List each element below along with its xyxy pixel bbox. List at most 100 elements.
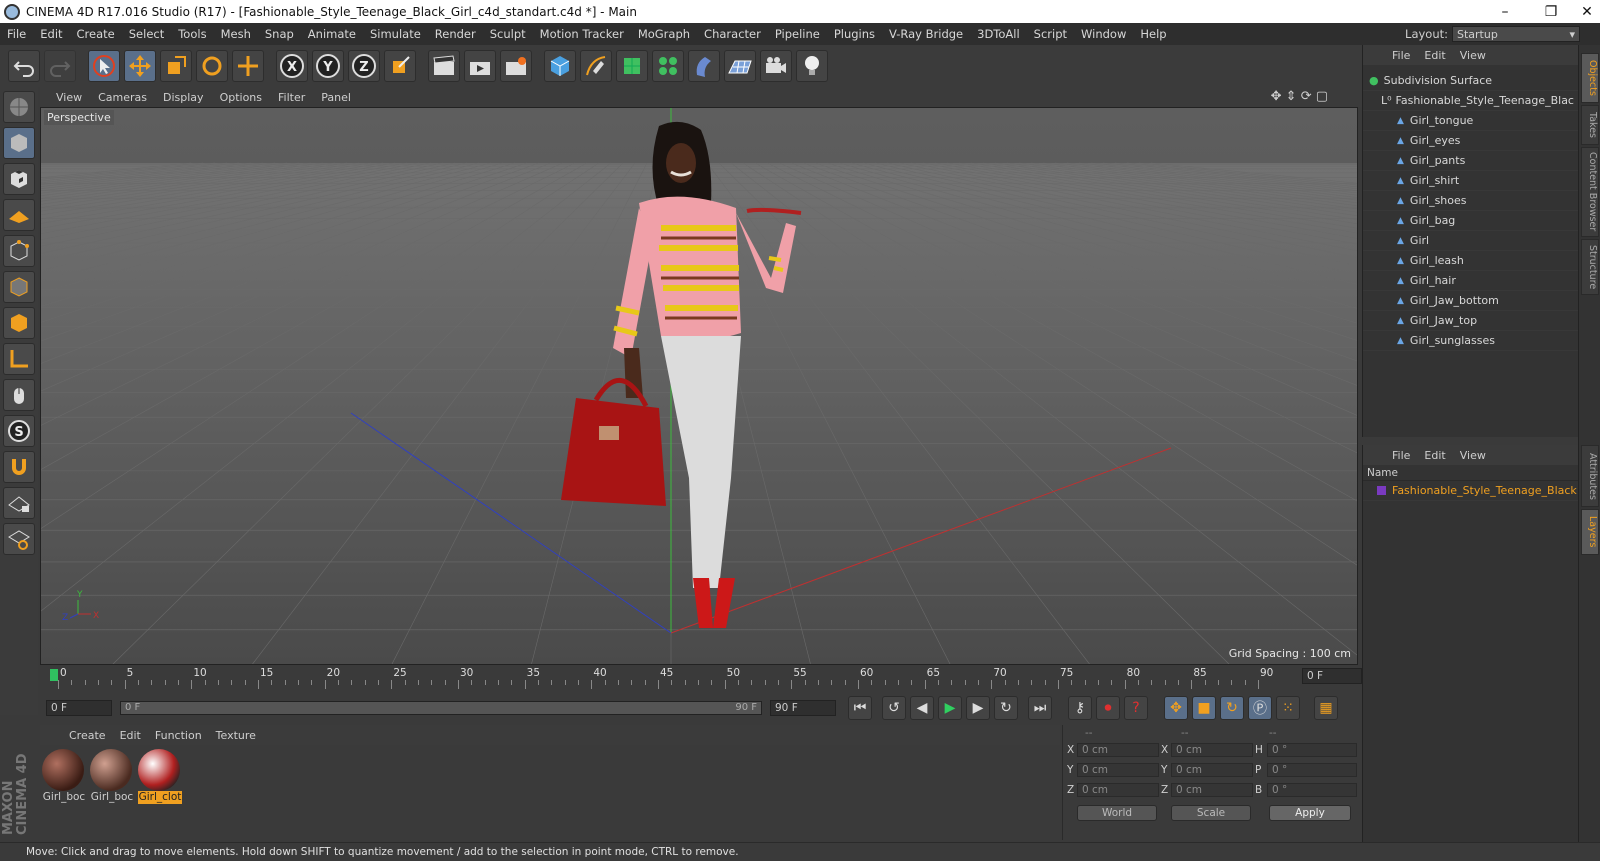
tweak-mode-button[interactable]: [3, 379, 35, 411]
prev-key-button[interactable]: ↺: [882, 696, 906, 720]
scale-tool-button[interactable]: [160, 50, 192, 82]
position-y-field[interactable]: 0 cm: [1077, 763, 1159, 777]
tab-objects[interactable]: Objects: [1581, 53, 1599, 103]
object-row[interactable]: ▲ Girl_pants: [1363, 151, 1578, 171]
menu-create[interactable]: Create: [70, 27, 122, 41]
end-frame-field[interactable]: 90 F: [770, 700, 836, 716]
rotation-p-field[interactable]: 0 °: [1267, 763, 1357, 777]
size-x-field[interactable]: 0 cm: [1171, 743, 1253, 757]
menu-pipeline[interactable]: Pipeline: [768, 27, 827, 41]
prev-frame-button[interactable]: ◀: [910, 696, 934, 720]
add-cube-button[interactable]: [544, 50, 576, 82]
grid-snap-button[interactable]: [3, 523, 35, 555]
size-mode-dropdown[interactable]: Scale: [1171, 805, 1251, 821]
menu-sculpt[interactable]: Sculpt: [483, 27, 533, 41]
object-row[interactable]: ▲ Girl_shirt: [1363, 171, 1578, 191]
object-row[interactable]: ▲ Girl_eyes: [1363, 131, 1578, 151]
key-parameter-button[interactable]: Ⓟ: [1248, 696, 1272, 720]
tab-attributes[interactable]: Attributes: [1581, 445, 1599, 507]
object-row[interactable]: ▲ Girl_leash: [1363, 251, 1578, 271]
current-frame-field[interactable]: 0 F: [46, 700, 112, 716]
menu-snap[interactable]: Snap: [258, 27, 301, 41]
add-light-button[interactable]: [796, 50, 828, 82]
menu-tools[interactable]: Tools: [171, 27, 213, 41]
add-nurbs-button[interactable]: [616, 50, 648, 82]
model-mode-button[interactable]: [3, 127, 35, 159]
coordinate-space-dropdown[interactable]: World: [1077, 805, 1157, 821]
objects-menu-file[interactable]: File: [1385, 49, 1417, 62]
key-scale-button[interactable]: ■: [1192, 696, 1216, 720]
rotation-h-field[interactable]: 0 °: [1267, 743, 1357, 757]
layout-dropdown[interactable]: Startup ▾: [1452, 26, 1580, 42]
autokey-button[interactable]: ?: [1124, 696, 1148, 720]
points-mode-button[interactable]: [3, 235, 35, 267]
edges-mode-button[interactable]: [3, 271, 35, 303]
menu-file[interactable]: File: [0, 27, 33, 41]
minimize-button[interactable]: –: [1482, 0, 1528, 23]
viewport-menu-panel[interactable]: Panel: [313, 91, 359, 104]
menu-motion-tracker[interactable]: Motion Tracker: [533, 27, 631, 41]
object-row[interactable]: ▲ Girl_shoes: [1363, 191, 1578, 211]
undo-button[interactable]: [8, 50, 40, 82]
timeline-ruler[interactable]: 0 5 10 15 20 25 30 35 40 45 50 55 60 65 70 75 80 85 90 0 F: [40, 667, 1362, 691]
solo-button[interactable]: S: [3, 415, 35, 447]
object-row-group[interactable]: L⁰ Fashionable_Style_Teenage_Blac: [1363, 91, 1578, 111]
tab-content-browser[interactable]: Content Browser: [1581, 147, 1599, 237]
menu-select[interactable]: Select: [122, 27, 171, 41]
add-deformer-button[interactable]: [688, 50, 720, 82]
viewport-menu-filter[interactable]: Filter: [270, 91, 313, 104]
add-floor-button[interactable]: [724, 50, 756, 82]
object-row[interactable]: ▲ Girl_bag: [1363, 211, 1578, 231]
menu-render[interactable]: Render: [428, 27, 483, 41]
live-selection-button[interactable]: [88, 50, 120, 82]
play-button[interactable]: ▶: [938, 696, 962, 720]
material-swatch[interactable]: Girl_boc: [90, 749, 134, 804]
go-to-end-button[interactable]: ⏭: [1028, 696, 1052, 720]
tab-structure[interactable]: Structure: [1581, 239, 1599, 295]
render-picture-viewer-button[interactable]: [464, 50, 496, 82]
rotation-b-field[interactable]: 0 °: [1267, 783, 1357, 797]
material-menu-edit[interactable]: Edit: [113, 729, 148, 742]
tab-takes[interactable]: Takes: [1581, 105, 1599, 145]
position-x-field[interactable]: 0 cm: [1077, 743, 1159, 757]
objects-menu-edit[interactable]: Edit: [1417, 49, 1452, 62]
coordinate-system-button[interactable]: [384, 50, 416, 82]
object-row[interactable]: ▲ Girl: [1363, 231, 1578, 251]
menu-character[interactable]: Character: [697, 27, 768, 41]
motion-path-button[interactable]: ⚷: [1068, 696, 1092, 720]
menu-window[interactable]: Window: [1074, 27, 1133, 41]
menu-vray-bridge[interactable]: V-Ray Bridge: [882, 27, 970, 41]
menu-plugins[interactable]: Plugins: [827, 27, 882, 41]
material-swatch[interactable]: Girl_boc: [42, 749, 86, 804]
transform-tool-button[interactable]: [232, 50, 264, 82]
menu-mesh[interactable]: Mesh: [214, 27, 258, 41]
size-z-field[interactable]: 0 cm: [1171, 783, 1253, 797]
size-y-field[interactable]: 0 cm: [1171, 763, 1253, 777]
object-row-subdivision[interactable]: ● Subdivision Surface: [1363, 71, 1578, 91]
preview-range-slider[interactable]: 0 F 90 F: [120, 701, 762, 715]
grid-lock-button[interactable]: [3, 487, 35, 519]
move-tool-button[interactable]: [124, 50, 156, 82]
y-axis-lock-button[interactable]: Y: [312, 50, 344, 82]
object-row[interactable]: ▲ Girl_tongue: [1363, 111, 1578, 131]
add-mograph-button[interactable]: [652, 50, 684, 82]
redo-button[interactable]: [44, 50, 76, 82]
object-row[interactable]: ▲ Girl_Jaw_top: [1363, 311, 1578, 331]
go-to-start-button[interactable]: ⏮: [848, 696, 872, 720]
record-button[interactable]: ⏺: [1096, 696, 1120, 720]
timeline-window-button[interactable]: ▦: [1314, 696, 1338, 720]
workplane-mode-button[interactable]: [3, 199, 35, 231]
add-camera-button[interactable]: [760, 50, 792, 82]
menu-edit[interactable]: Edit: [33, 27, 69, 41]
viewport-nav-icons[interactable]: ✥ ⇕ ⟳ ▢: [1271, 89, 1328, 104]
menu-script[interactable]: Script: [1027, 27, 1074, 41]
material-menu-function[interactable]: Function: [148, 729, 209, 742]
maximize-button[interactable]: ❐: [1528, 0, 1574, 23]
add-spline-pen-button[interactable]: [580, 50, 612, 82]
viewport-camera-label[interactable]: Perspective: [44, 110, 114, 125]
menu-mograph[interactable]: MoGraph: [631, 27, 697, 41]
apply-button[interactable]: Apply: [1269, 805, 1351, 821]
menu-3dtoall[interactable]: 3DToAll: [970, 27, 1027, 41]
key-pla-button[interactable]: ⁙: [1276, 696, 1300, 720]
viewport-menu-display[interactable]: Display: [155, 91, 212, 104]
